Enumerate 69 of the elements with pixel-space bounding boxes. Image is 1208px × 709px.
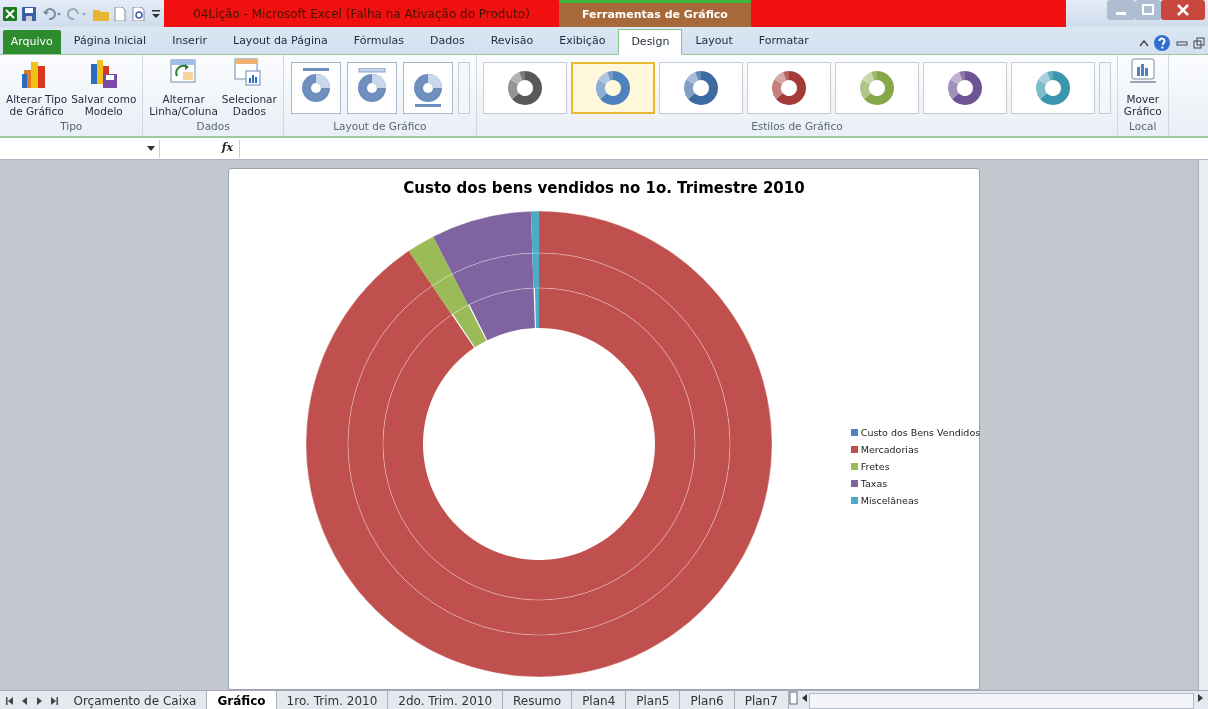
sheet-tab[interactable]: 1ro. Trim. 2010 (276, 691, 389, 709)
ribbon-button[interactable]: Salvar como Modelo (69, 58, 139, 117)
next-sheet-icon[interactable] (34, 696, 44, 706)
ribbon-tab[interactable]: Inserir (159, 27, 220, 54)
window-title: 04Lição - Microsoft Excel (Falha na Ativação do Produto) (193, 5, 530, 23)
undo-icon[interactable] (41, 6, 62, 21)
vertical-scrollbar[interactable] (1198, 160, 1208, 690)
file-tab[interactable]: Arquivo (2, 29, 61, 54)
ribbon-tab[interactable]: Layout da Página (220, 27, 341, 54)
legend-label: Miscelâneas (860, 493, 919, 508)
chart-title: Custo dos bens vendidos no 1o. Trimestre 2010 (402, 178, 806, 199)
chart-style-option[interactable] (746, 62, 831, 114)
group-label: Estilos de Gráfico (750, 119, 844, 135)
legend-label: Taxas (860, 476, 888, 491)
gallery-scrollbar[interactable] (1098, 62, 1111, 114)
save-icon[interactable] (22, 6, 37, 21)
chart-style-option[interactable] (570, 62, 655, 114)
chart-layout-option[interactable] (346, 62, 397, 114)
ribbon-tab[interactable]: Página Inicial (60, 27, 160, 54)
chart-style-option[interactable] (1010, 62, 1095, 114)
first-sheet-icon[interactable] (5, 696, 15, 706)
print-preview-icon[interactable] (131, 6, 146, 21)
ribbon-tab[interactable]: Fórmulas (340, 27, 417, 54)
group-label: Dados (195, 119, 231, 135)
gallery-scrollbar[interactable] (457, 62, 470, 114)
group-label: Local (1128, 119, 1158, 135)
chart-style-option[interactable] (922, 62, 1007, 114)
sheet-tab[interactable]: Plan6 (680, 691, 735, 709)
chart-style-option[interactable] (658, 62, 743, 114)
collapse-ribbon-icon[interactable] (1138, 38, 1149, 49)
restore-window-icon[interactable] (1193, 37, 1206, 50)
group-label: Layout de Gráfico (332, 119, 428, 135)
ribbon-button[interactable]: Alternar Linha/Coluna (147, 58, 220, 117)
legend-label: Custo dos Bens Vendidos (860, 425, 981, 440)
sheet-tab[interactable]: Plan7 (734, 691, 789, 709)
sheet-tab[interactable]: Gráfico (207, 691, 277, 709)
help-icon[interactable] (1154, 35, 1171, 52)
close-icon[interactable] (1161, 0, 1206, 20)
previous-sheet-icon[interactable] (20, 696, 29, 706)
chart-save-icon (88, 58, 119, 90)
ribbon-tab[interactable]: Design (618, 28, 683, 55)
dropdown-icon (147, 145, 155, 152)
ribbon-tab[interactable]: Revisão (477, 27, 547, 54)
sheet-tab[interactable]: Resumo (503, 691, 573, 709)
context-tab-group: Ferramentas de Gráfico (559, 0, 751, 27)
maximize-icon[interactable] (1135, 0, 1162, 20)
chart-layout-option[interactable] (290, 62, 341, 114)
legend-label: Fretes (860, 459, 890, 474)
ribbon-tab[interactable]: Exibição (546, 27, 619, 54)
chart-style-option[interactable] (482, 62, 567, 114)
ribbon-tab[interactable]: Dados (416, 27, 478, 54)
group-label: Tipo (59, 119, 84, 135)
ribbon-button[interactable]: Alterar Tipo de Gráfico (4, 58, 70, 117)
sheet-tab[interactable]: Plan5 (626, 691, 681, 709)
split-handle-icon[interactable] (788, 691, 799, 705)
sheet-tab[interactable]: Plan4 (572, 691, 627, 709)
horizontal-scrollbar[interactable] (808, 693, 1194, 709)
legend-label: Mercadorias (860, 442, 919, 457)
insert-function-button[interactable]: fx (221, 140, 233, 157)
chart-area[interactable]: Custo dos bens vendidos no 1o. Trimestre 2010 Custo dos Bens Vendidos Mercadorias Fretes Taxas Miscelâneas (228, 168, 980, 690)
minimize-window-icon[interactable] (1175, 38, 1188, 49)
sheet-tab[interactable]: 2do. Trim. 2010 (388, 691, 504, 709)
excel-logo-icon[interactable] (2, 6, 17, 21)
chart-layout-option[interactable] (402, 62, 453, 114)
ribbon-button[interactable]: Selecionar Dados (219, 58, 279, 117)
ribbon-tab[interactable]: Formatar (745, 27, 822, 54)
ribbon-button[interactable]: Mover Gráfico (1121, 58, 1164, 117)
last-sheet-icon[interactable] (49, 696, 58, 706)
ribbon-tab[interactable]: Layout (682, 27, 746, 54)
